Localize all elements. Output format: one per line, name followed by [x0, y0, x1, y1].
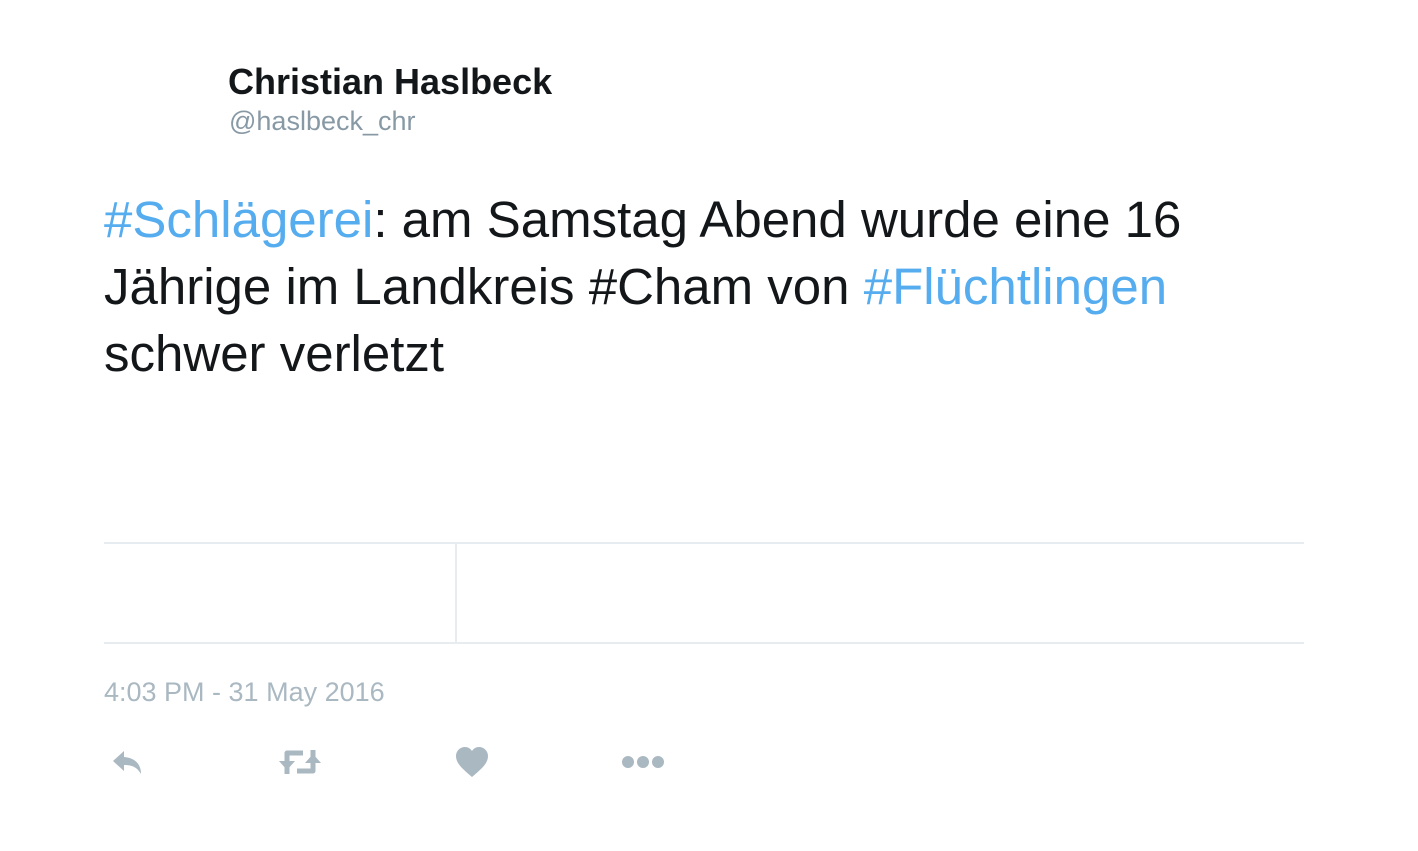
heart-icon [455, 746, 489, 778]
tweet-text: #Schlägerei: am Samstag Abend wurde eine… [104, 186, 1314, 387]
reply-button[interactable] [106, 742, 150, 782]
reply-icon [110, 747, 146, 777]
tweet-text-segment: schwer verletzt [104, 325, 445, 382]
more-button[interactable] [621, 742, 665, 782]
tweet-card: Christian Haslbeck @haslbeck_chr #Schläg… [0, 0, 1418, 851]
more-dots-icon [621, 754, 665, 770]
hashtag-cham: #Cham [588, 258, 754, 315]
tweet-text-segment: von [753, 258, 864, 315]
retweet-button[interactable] [278, 742, 322, 782]
hashtag-link-fluechtlingen[interactable]: #Flüchtlingen [864, 258, 1167, 315]
stats-separator [455, 544, 457, 642]
stats-divider-top [104, 542, 1304, 544]
retweet-icon [277, 746, 323, 778]
like-button[interactable] [450, 742, 494, 782]
tweet-timestamp[interactable]: 4:03 PM - 31 May 2016 [104, 676, 385, 708]
author-display-name[interactable]: Christian Haslbeck [228, 60, 552, 104]
author-handle[interactable]: @haslbeck_chr [229, 104, 416, 138]
stats-divider-bottom [104, 642, 1304, 644]
hashtag-link-schlaegerei[interactable]: #Schlägerei [104, 191, 373, 248]
